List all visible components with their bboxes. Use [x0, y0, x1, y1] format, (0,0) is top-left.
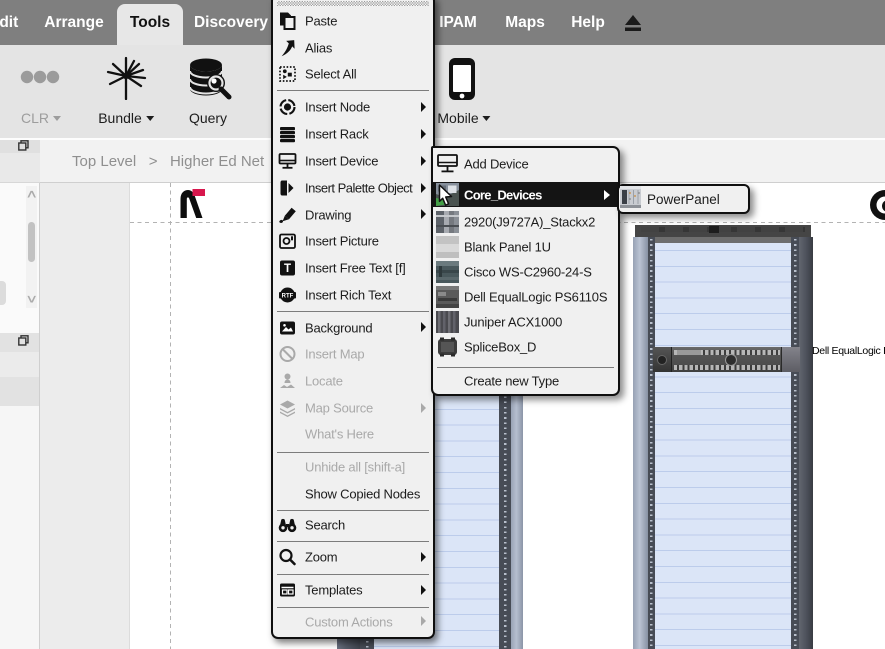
svg-text:RTF: RTF — [282, 293, 294, 299]
svg-text:T: T — [284, 263, 291, 275]
